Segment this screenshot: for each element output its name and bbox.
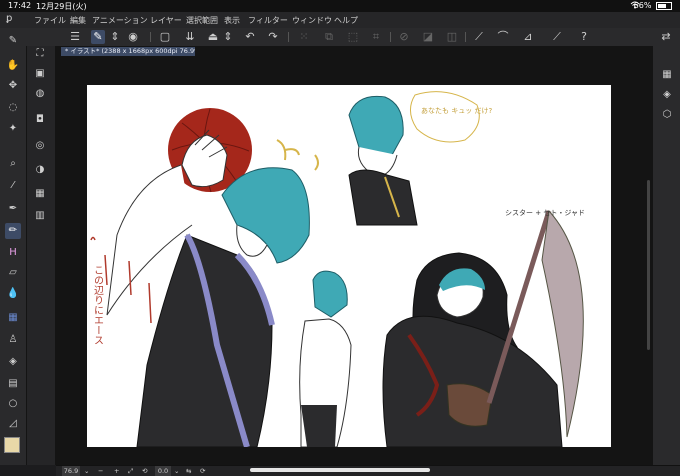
- menu-animation[interactable]: アニメーション: [92, 15, 148, 26]
- jersey-torso: [136, 234, 273, 448]
- fill-tool-icon[interactable]: ◈: [5, 354, 21, 370]
- gradient-tool-icon[interactable]: ▤: [5, 376, 21, 392]
- menu-file[interactable]: ファイル: [34, 15, 66, 26]
- brush-size-icon[interactable]: ◍: [32, 86, 48, 102]
- fill-outline-icon[interactable]: ◫: [445, 30, 459, 44]
- quick-access-icon[interactable]: ✎: [91, 30, 105, 44]
- canvas-paper[interactable]: この辺りにエース あなたも キュッ だけ? シスター + セト・ジャド: [87, 85, 611, 448]
- document-tab[interactable]: * イラスト* (2388 x 1668px 600dpi 76.9%): [61, 47, 195, 56]
- menu-help[interactable]: ヘルプ: [334, 15, 358, 26]
- menu-edit[interactable]: 編集: [70, 15, 86, 26]
- preview-icon[interactable]: ◉: [126, 30, 140, 44]
- current-color-swatch[interactable]: [4, 437, 20, 453]
- character-hair: [221, 167, 310, 264]
- snap-ruler-icon[interactable]: ⟋: [472, 30, 486, 44]
- help-icon[interactable]: ?: [577, 30, 591, 44]
- expand-panel-icon[interactable]: ⇄: [659, 30, 673, 44]
- speech-bubble-text: あなたも キュッ だけ?: [421, 107, 492, 115]
- redo-icon[interactable]: ↷: [266, 30, 280, 44]
- tool-bar: ✎ ✋ ✥ ◌ ✦ ⌕ ⁄ ✒ ✏ H ▱ 💧 ▦ ♙ ◈ ▤ ○ ◿: [0, 36, 27, 465]
- sub-view-icon[interactable]: ▥: [32, 208, 48, 224]
- brush-tool-icon[interactable]: H: [5, 245, 21, 261]
- vertical-scrollbar[interactable]: [647, 180, 650, 350]
- move-tool-icon[interactable]: ✥: [5, 78, 21, 94]
- layer-panel-icon[interactable]: ◈: [660, 88, 674, 102]
- eyedropper-icon[interactable]: ⁄: [5, 178, 21, 194]
- status-bar: 17:42 12月29日(火) 66%: [0, 0, 680, 12]
- sub-tool-bar: ⛶ ▣ ◍ ◘ ◎ ◑ ▦ ▥: [27, 46, 56, 465]
- status-date: 12月29日(火): [36, 2, 87, 11]
- snap-special-ruler-icon[interactable]: ⌒: [496, 30, 510, 44]
- menu-window[interactable]: ウィンドウ: [292, 15, 332, 26]
- transform-icon[interactable]: ⧉: [322, 30, 336, 44]
- airbrush-tool-icon[interactable]: ♙: [5, 332, 21, 348]
- menu-layer[interactable]: レイヤー: [150, 15, 182, 26]
- export-icon[interactable]: ⏏: [206, 30, 220, 44]
- color-set-icon[interactable]: ▦: [32, 186, 48, 202]
- crop-icon[interactable]: ⌗: [369, 30, 383, 44]
- clip-studio-logo-icon[interactable]: ꝑ: [6, 13, 12, 24]
- menu-bar: ꝑ ファイル 編集 アニメーション レイヤー 選択範囲 表示 フィルター ウィン…: [0, 12, 680, 29]
- lasso-tool-icon[interactable]: ◌: [5, 100, 21, 116]
- invert-selection-icon[interactable]: ⬚: [346, 30, 360, 44]
- battery-indicator: 66%: [634, 1, 672, 10]
- camera-icon[interactable]: ◘: [32, 112, 48, 128]
- fill-icon[interactable]: ◪: [421, 30, 435, 44]
- undo-icon[interactable]: ↶: [243, 30, 257, 44]
- magic-wand-icon[interactable]: ✦: [5, 121, 21, 137]
- right-panel-bar: ▦ ◈ ⬡: [652, 46, 680, 465]
- menu-filter[interactable]: フィルター: [248, 15, 288, 26]
- material-panel-icon[interactable]: ⬡: [660, 108, 674, 122]
- vertical-note: この辺りにエース: [92, 265, 104, 345]
- new-file-icon[interactable]: ▢: [158, 30, 172, 44]
- menu-view[interactable]: 表示: [224, 15, 240, 26]
- status-time: 17:42: [8, 1, 32, 10]
- color-slider-icon[interactable]: ◑: [32, 162, 48, 178]
- edit-ruler-icon[interactable]: ⟋: [550, 30, 564, 44]
- sister-caption: シスター + セト・ジャド: [505, 208, 585, 217]
- artwork: この辺りにエース あなたも キュッ だけ? シスター + セト・ジャド: [90, 91, 585, 448]
- hamburger-menu-icon[interactable]: ☰: [68, 30, 82, 44]
- command-bar: ☰ ✎ ⇕ ◉ ▢ ⇊ ⏏ ⇕ ↶ ↷ ⁙ ⧉ ⬚ ⌗ ⊘ ◪ ◫ ⟋ ⌒ ⊿ …: [0, 28, 680, 47]
- clear-icon[interactable]: ⊘: [397, 30, 411, 44]
- frame-tool-icon[interactable]: ◿: [5, 416, 21, 432]
- pencil-tool-icon[interactable]: ✏: [5, 223, 21, 239]
- edit-pen-icon[interactable]: ✎: [5, 36, 21, 46]
- snap-grid-icon[interactable]: ⊿: [521, 30, 535, 44]
- palette-panel-icon[interactable]: ▦: [660, 68, 674, 82]
- eraser-tool-icon[interactable]: ▱: [5, 265, 21, 281]
- tool-property-icon[interactable]: ▣: [32, 66, 48, 82]
- home-indicator[interactable]: [250, 468, 430, 472]
- chevron-updown-icon[interactable]: ⇕: [108, 30, 122, 44]
- pen-tool-icon[interactable]: ✒: [5, 201, 21, 217]
- hand-tool-icon[interactable]: ✋: [5, 58, 21, 74]
- layer-property-icon[interactable]: ⛶: [32, 46, 48, 62]
- figure-tool-icon[interactable]: ○: [5, 396, 21, 412]
- blend-tool-icon[interactable]: 💧: [5, 286, 21, 302]
- battery-icon: [656, 1, 672, 10]
- speech-bubble: [410, 91, 480, 143]
- chevron-updown-icon-2[interactable]: ⇕: [221, 30, 235, 44]
- save-icon[interactable]: ⇊: [183, 30, 197, 44]
- decoration-tool-icon[interactable]: ▦: [5, 310, 21, 326]
- deselect-icon[interactable]: ⁙: [297, 30, 311, 44]
- menu-selection[interactable]: 選択範囲: [186, 15, 218, 26]
- color-wheel-icon[interactable]: ◎: [32, 138, 48, 154]
- zoom-icon[interactable]: ⌕: [5, 156, 21, 172]
- battery-percent: 66%: [633, 1, 652, 10]
